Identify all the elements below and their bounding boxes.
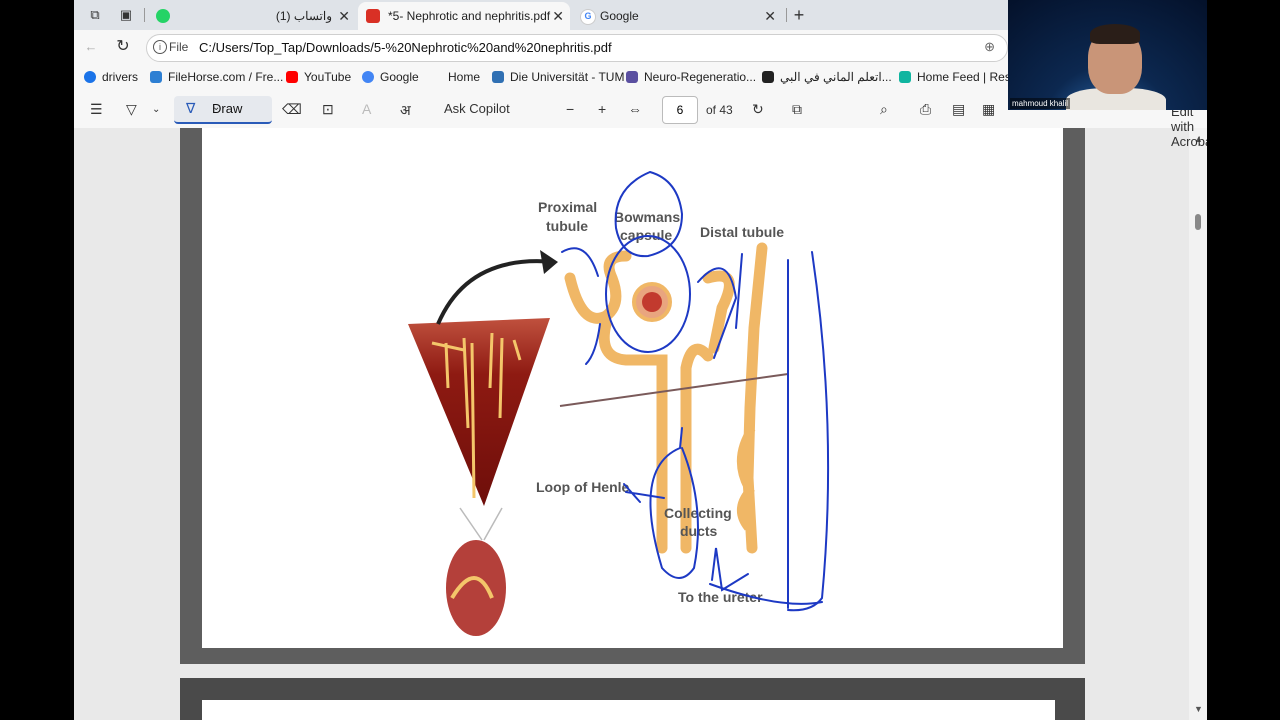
bookmark-google[interactable]: Google bbox=[362, 70, 419, 84]
search-icon[interactable]: ⌕ bbox=[880, 101, 888, 118]
scroll-down-icon[interactable]: ▼ bbox=[1194, 704, 1203, 714]
close-tab-icon[interactable]: ✕ bbox=[764, 2, 776, 30]
draw-button[interactable]: ∇ Draw ⌄ bbox=[174, 96, 272, 124]
fit-width-icon[interactable]: ⇔ bbox=[628, 101, 642, 117]
page-number-input[interactable]: 6 bbox=[662, 96, 698, 124]
ink-annotations bbox=[561, 171, 830, 612]
bookmark-filehorse[interactable]: FileHorse.com / Fre... bbox=[150, 70, 283, 84]
page-total: of 43 bbox=[706, 103, 733, 117]
pen-icon: ∇ bbox=[186, 100, 196, 116]
next-pdf-page bbox=[202, 700, 1055, 720]
bookmark-label: اتعلم الماني في البي... bbox=[780, 70, 892, 84]
bookmark-tum[interactable]: Die Universität - TUM bbox=[492, 70, 624, 84]
tab-separator bbox=[144, 8, 145, 22]
zoom-icon[interactable]: ⊕ bbox=[984, 39, 995, 55]
bookmark-label: Die Universität - TUM bbox=[510, 70, 625, 84]
info-icon[interactable]: i bbox=[153, 40, 167, 54]
url-text[interactable]: C:/Users/Top_Tap/Downloads/5-%20Nephroti… bbox=[199, 40, 612, 55]
save-as-icon[interactable]: ▦ bbox=[982, 101, 995, 118]
kidney-wedge bbox=[408, 318, 550, 506]
tab-google[interactable]: G Google ✕ bbox=[572, 2, 782, 30]
bookmark-home[interactable]: Home bbox=[448, 70, 480, 84]
refresh-icon[interactable]: ↻ bbox=[114, 38, 132, 56]
kidney-icon bbox=[446, 540, 506, 636]
scrollbar[interactable]: ▲ ▼ bbox=[1189, 128, 1207, 720]
bookmark-label: Google bbox=[380, 70, 419, 84]
scroll-thumb[interactable] bbox=[1195, 214, 1201, 230]
tab-whatsapp[interactable]: (1) واتساب ✕ bbox=[148, 2, 356, 30]
close-tab-icon[interactable]: ✕ bbox=[338, 2, 350, 30]
zoom-out-icon[interactable]: − bbox=[566, 101, 574, 117]
person-hair bbox=[1090, 24, 1140, 44]
tab-separator bbox=[786, 8, 787, 22]
label-proximal-2: tubule bbox=[546, 218, 588, 234]
youtube-icon bbox=[286, 71, 298, 83]
bookmark-youtube[interactable]: YouTube bbox=[286, 70, 351, 84]
bookmark-label: Home bbox=[448, 70, 481, 84]
connector-lines bbox=[459, 507, 503, 541]
back-icon[interactable]: ← bbox=[82, 38, 100, 56]
label-bowmans-1: Bowmans bbox=[614, 209, 680, 225]
tab-pdf[interactable]: *5- Nephrotic and nephritis.pdf ✕ bbox=[358, 2, 570, 30]
text-box-icon[interactable]: ⊡ bbox=[322, 101, 334, 118]
tab-title: (1) واتساب bbox=[275, 9, 332, 23]
address-bar[interactable]: i File C:/Users/Top_Tap/Downloads/5-%20N… bbox=[146, 34, 1008, 62]
translate-icon[interactable]: अ bbox=[400, 101, 411, 120]
whatsapp-icon bbox=[156, 9, 170, 23]
webcam-name: mahmoud khalil bbox=[1010, 98, 1071, 109]
read-aloud-icon[interactable]: A bbox=[362, 101, 371, 117]
glomerulus-core bbox=[642, 292, 662, 312]
highlight-icon[interactable]: ▽ bbox=[126, 101, 137, 118]
file-label: File bbox=[169, 40, 189, 54]
tab-title: *5- Nephrotic and nephritis.pdf bbox=[388, 9, 551, 23]
google-icon bbox=[362, 71, 374, 83]
label-distal: Distal tubule bbox=[700, 224, 784, 240]
filehorse-icon bbox=[150, 71, 162, 83]
bookmark-drivers[interactable]: drivers bbox=[84, 70, 138, 84]
arrowhead bbox=[540, 250, 558, 274]
new-tab-icon[interactable]: + bbox=[790, 6, 808, 24]
bookmark-arabic[interactable]: اتعلم الماني في البي... bbox=[762, 70, 892, 84]
black-margin bbox=[1207, 0, 1280, 720]
chevron-down-icon[interactable]: ⌄ bbox=[212, 102, 264, 113]
save-icon[interactable]: ▤ bbox=[952, 101, 965, 118]
tum-icon bbox=[492, 71, 504, 83]
nephron-figure: Proximal tubule Bowmans capsule Distal t… bbox=[408, 171, 830, 636]
workspaces-icon[interactable]: ⧉ bbox=[86, 6, 104, 24]
pdf-page: Proximal tubule Bowmans capsule Distal t… bbox=[202, 128, 1063, 648]
tab-actions-icon[interactable]: ▣ bbox=[117, 6, 135, 24]
pdf-viewer[interactable]: Proximal tubule Bowmans capsule Distal t… bbox=[74, 128, 1207, 720]
bookmark-label: Neuro-Regeneratio... bbox=[644, 70, 757, 84]
google-icon: G bbox=[580, 9, 596, 25]
contents-icon[interactable]: ☰ bbox=[90, 101, 103, 118]
dell-icon bbox=[84, 71, 96, 83]
edit-with-acrobat-button[interactable]: Edit with Acrobat bbox=[1171, 104, 1207, 149]
chevron-down-icon[interactable]: ⌄ bbox=[152, 104, 160, 115]
bookmark-researchgate[interactable]: Home Feed | Resea bbox=[899, 70, 1024, 84]
close-tab-icon[interactable]: ✕ bbox=[552, 2, 564, 30]
webcam-overlay: mahmoud khalil bbox=[1008, 0, 1207, 110]
bookmark-neuro[interactable]: Neuro-Regeneratio... bbox=[626, 70, 756, 84]
pdf-icon bbox=[366, 9, 380, 23]
label-proximal-1: Proximal bbox=[538, 199, 597, 215]
instagram-icon bbox=[762, 71, 774, 83]
eraser-icon[interactable]: ⌫ bbox=[282, 101, 302, 118]
print-icon[interactable]: ⎙ bbox=[920, 101, 931, 118]
page-view-icon[interactable]: ⧉ bbox=[792, 101, 802, 118]
rotate-icon[interactable]: ↻ bbox=[752, 101, 764, 118]
bookmark-label: drivers bbox=[102, 70, 139, 84]
label-loop: Loop of Henle bbox=[536, 479, 630, 495]
bookmark-label: YouTube bbox=[304, 70, 352, 84]
researchgate-icon bbox=[899, 71, 911, 83]
shield-icon bbox=[626, 71, 638, 83]
zoom-in-icon[interactable]: + bbox=[598, 101, 606, 117]
ask-copilot-button[interactable]: Ask Copilot bbox=[444, 101, 510, 116]
bookmark-label: FileHorse.com / Fre... bbox=[168, 70, 284, 84]
arrow bbox=[436, 259, 555, 325]
tab-title: Google bbox=[600, 9, 639, 23]
